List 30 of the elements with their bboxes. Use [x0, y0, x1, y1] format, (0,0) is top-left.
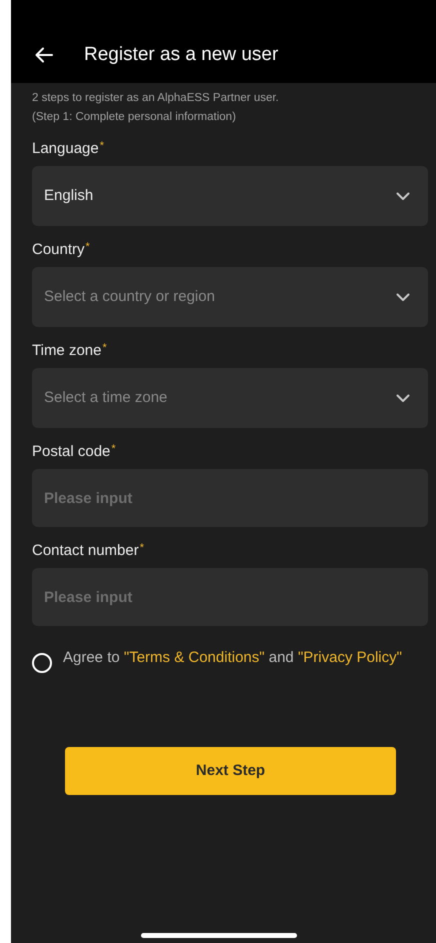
chevron-down-icon [396, 394, 410, 402]
input-field[interactable]: Please input [32, 568, 428, 626]
required-mark: * [111, 442, 116, 456]
required-mark: * [86, 240, 90, 254]
required-mark: * [140, 541, 144, 555]
select-field[interactable]: English [32, 166, 428, 226]
field-label: Country [32, 240, 85, 260]
policy-link[interactable]: "Privacy Policy" [298, 649, 402, 666]
field-label: Postal code [32, 442, 110, 462]
chevron-down-icon [396, 192, 410, 200]
agreement-text: Agree to "Terms & Conditions" and "Privacy Policy" [63, 648, 402, 668]
select-placeholder: Select a country or region [44, 286, 215, 307]
field-label: Contact number [32, 541, 139, 561]
field-label: Language [32, 139, 99, 159]
select-placeholder: Select a time zone [44, 388, 168, 408]
required-mark: * [100, 139, 104, 153]
required-mark: * [102, 341, 107, 355]
next-step-button[interactable]: Next Step [65, 747, 396, 795]
chevron-down-icon [396, 292, 410, 302]
back-arrow-icon[interactable] [35, 47, 53, 63]
select-value: English [44, 186, 94, 206]
select-field[interactable]: Select a time zone [32, 368, 428, 428]
intro-text: (Step 1: Complete personal information) [32, 110, 237, 125]
agree-radio[interactable] [32, 653, 52, 673]
field-label: Time zone [32, 341, 102, 361]
policy-link[interactable]: "Terms & Conditions" [124, 649, 265, 666]
intro-text: 2 steps to register as an AlphaESS Partner user. [32, 91, 280, 106]
page-title: Register as a new user [84, 44, 278, 66]
input-field[interactable]: Please input [32, 469, 428, 527]
select-field[interactable]: Select a country or region [32, 267, 428, 327]
